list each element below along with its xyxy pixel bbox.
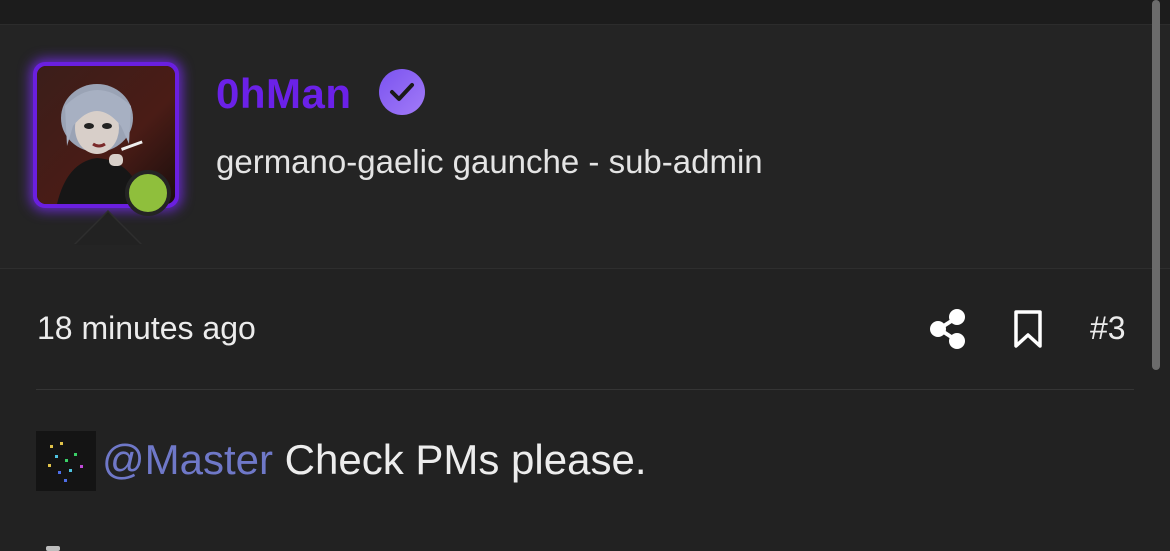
- verified-check-icon: [378, 68, 426, 116]
- post-timestamp[interactable]: 18 minutes ago: [37, 310, 256, 347]
- author-username[interactable]: 0hMan: [216, 70, 352, 118]
- top-strip: [0, 0, 1170, 25]
- post-author-header: 0hMan germano-gaelic gaunche - sub-admin: [0, 25, 1170, 269]
- next-content-edge: [46, 546, 60, 551]
- post-meta-row: 18 minutes ago #3: [0, 300, 1170, 360]
- post-message: @Master Check PMs please.: [102, 436, 647, 484]
- header-pointer-fill: [75, 212, 141, 245]
- mention-user-avatar[interactable]: [36, 431, 96, 491]
- user-mention-link[interactable]: @Master: [102, 436, 273, 483]
- page-scrollbar[interactable]: [1152, 0, 1160, 370]
- share-icon[interactable]: [928, 308, 968, 350]
- author-avatar[interactable]: [33, 62, 179, 216]
- post-message-text: Check PMs please.: [273, 436, 647, 483]
- thread-view: 0hMan germano-gaelic gaunche - sub-admin…: [0, 0, 1170, 551]
- bookmark-icon[interactable]: [1010, 308, 1046, 350]
- post-number-link[interactable]: #3: [1090, 310, 1126, 347]
- post-divider: [36, 389, 1134, 390]
- author-user-title: germano-gaelic gaunche - sub-admin: [216, 143, 763, 180]
